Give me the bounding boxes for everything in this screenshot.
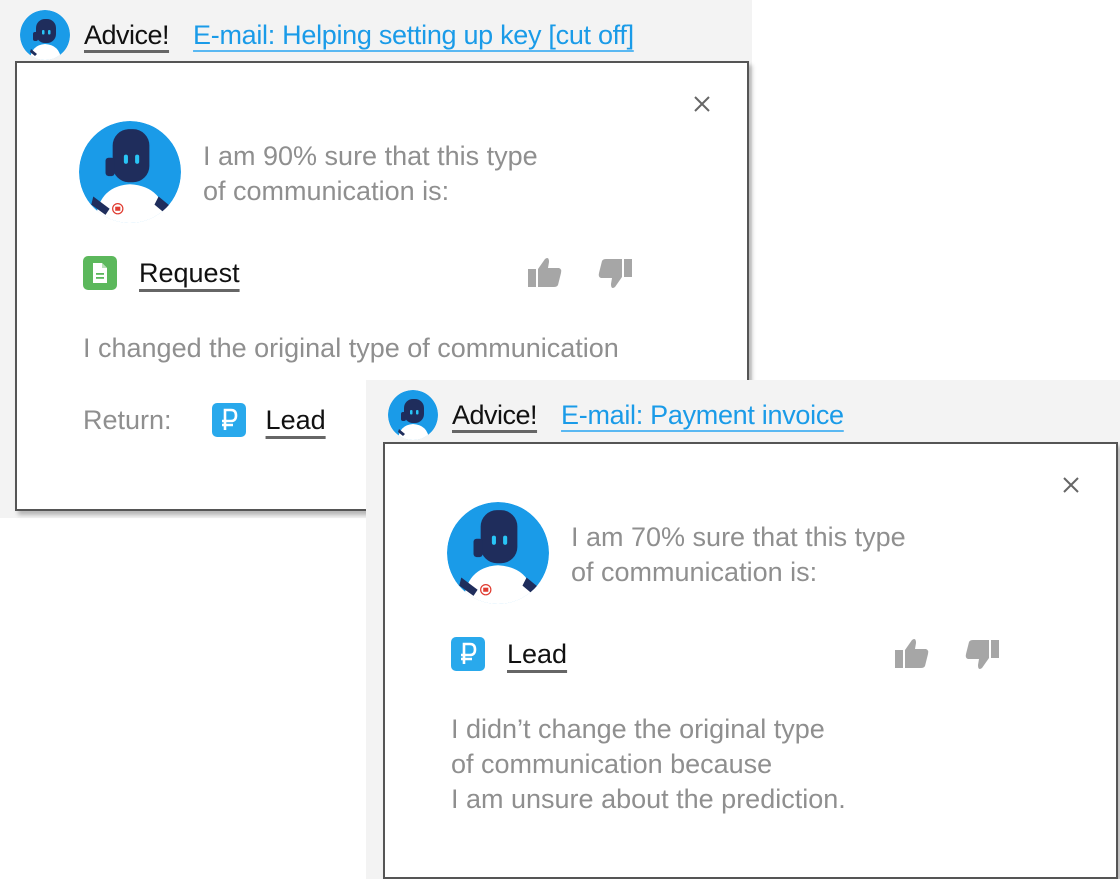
advice-label: Advice! [84, 19, 170, 50]
confidence-line: I am 90% sure that this type [203, 141, 538, 171]
confidence-text: I am 70% sure that this type of communic… [571, 520, 906, 590]
feedback-buttons [892, 634, 1002, 674]
close-icon[interactable] [691, 93, 713, 115]
note-line: I didn’t change the original type [451, 714, 825, 744]
note-line: I am unsure about the prediction. [451, 784, 846, 814]
advice-header: Advice! E-mail: Helping setting up key [… [20, 10, 634, 60]
thumbs-up-icon[interactable] [525, 253, 565, 293]
change-note: I changed the original type of communica… [83, 331, 619, 366]
robot-avatar-icon [447, 502, 549, 604]
note-line: I changed the original type of communica… [83, 333, 619, 363]
close-icon[interactable] [1060, 474, 1082, 496]
change-note: I didn’t change the original type of com… [451, 712, 846, 817]
robot-avatar-icon [79, 121, 181, 223]
predicted-type-row: Lead [451, 634, 1116, 674]
thumbs-up-icon[interactable] [892, 634, 932, 674]
advice-header: Advice! E-mail: Payment invoice [388, 390, 844, 440]
return-label: Return: [83, 404, 172, 435]
predicted-type-link[interactable]: Lead [507, 639, 567, 670]
confidence-line: of communication is: [571, 557, 818, 587]
predicted-type-link[interactable]: Request [139, 258, 240, 289]
feedback-buttons [525, 253, 635, 293]
ruble-icon [211, 403, 246, 437]
advice-label: Advice! [452, 399, 538, 430]
thumbs-down-icon[interactable] [595, 253, 635, 293]
advice-card-2: Advice! E-mail: Payment invoice I am 70%… [366, 380, 1120, 879]
confidence-line: I am 70% sure that this type [571, 522, 906, 552]
robot-avatar-icon [388, 390, 438, 440]
document-icon [83, 256, 117, 290]
return-row: Return: Lead [83, 400, 326, 440]
predicted-type-row: Request [83, 253, 747, 293]
robot-avatar-icon [20, 10, 70, 60]
return-type-link[interactable]: Lead [266, 405, 326, 436]
email-link[interactable]: E-mail: Payment invoice [561, 400, 844, 431]
advice-panel: I am 70% sure that this type of communic… [383, 442, 1118, 879]
ruble-icon [451, 637, 485, 671]
email-link[interactable]: E-mail: Helping setting up key [cut off] [193, 20, 634, 51]
confidence-line: of communication is: [203, 176, 450, 206]
confidence-text: I am 90% sure that this type of communic… [203, 139, 538, 209]
thumbs-down-icon[interactable] [962, 634, 1002, 674]
note-line: of communication because [451, 749, 773, 779]
